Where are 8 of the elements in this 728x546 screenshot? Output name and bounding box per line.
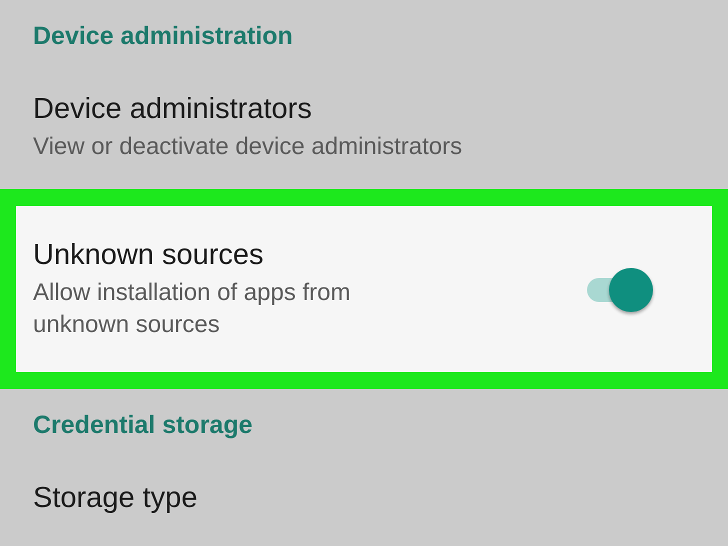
toggle-switch[interactable] [585, 268, 655, 312]
section-header: Device administration [32, 21, 294, 52]
section-header: Credential storage [32, 410, 254, 441]
setting-title: Device administrators [33, 92, 313, 127]
setting-description: View or deactivate device administrators [33, 132, 464, 162]
setting-title: Unknown sources [33, 238, 264, 273]
setting-description: Allow installation of apps from unknown sources [33, 278, 352, 340]
setting-title: Storage type [33, 480, 198, 516]
